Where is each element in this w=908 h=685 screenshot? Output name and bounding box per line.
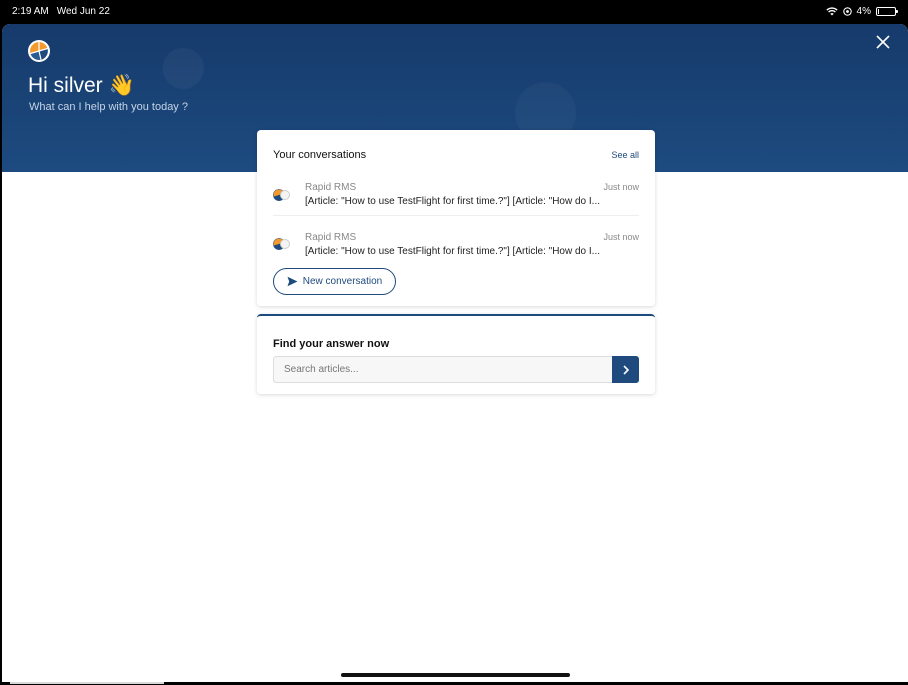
conversations-header: Your conversations See all: [273, 149, 639, 161]
new-conversation-label: New conversation: [302, 276, 383, 287]
battery-icon: [876, 6, 898, 16]
new-conversation-button[interactable]: New conversation: [273, 268, 396, 295]
conversations-title: Your conversations: [273, 149, 367, 161]
home-indicator[interactable]: [341, 673, 570, 677]
status-left: 2:19 AM Wed Jun 22: [12, 6, 110, 17]
rapid-rms-logo-icon: [28, 40, 50, 62]
battery-percent: 4%: [856, 5, 871, 17]
search-input[interactable]: [273, 356, 612, 383]
see-all-link[interactable]: See all: [611, 150, 639, 160]
find-answer-card: Find your answer now: [257, 314, 655, 394]
conversation-item[interactable]: Rapid RMS Just now [Article: "How to use…: [273, 174, 639, 216]
avatar: [273, 238, 293, 250]
bottom-edge-highlight: [10, 682, 164, 684]
conversation-name: Rapid RMS: [305, 231, 357, 243]
search-bar: [273, 356, 639, 383]
status-time: 2:19 AM: [12, 5, 49, 17]
location-lock-icon: [842, 6, 852, 16]
conversation-name: Rapid RMS: [305, 182, 357, 193]
agent-avatar-icon: [280, 189, 290, 200]
status-date: Wed Jun 22: [56, 5, 110, 17]
conversation-body: Rapid RMS Just now [Article: "How to use…: [305, 232, 639, 257]
find-answer-title: Find your answer now: [273, 338, 390, 350]
greeting-subtitle: What can I help with you today ?: [29, 101, 188, 113]
conversation-body: Rapid RMS Just now [Article: "How to use…: [305, 182, 639, 207]
status-right: 4%: [825, 5, 898, 17]
chevron-right-icon: [622, 364, 629, 375]
conversation-item[interactable]: Rapid RMS Just now [Article: "How to use…: [273, 223, 639, 265]
conversation-time: Just now: [603, 182, 639, 192]
conversation-message: [Article: "How to use TestFlight for fir…: [305, 196, 600, 207]
wifi-icon: [825, 6, 838, 15]
status-bar: 2:19 AM Wed Jun 22 4%: [0, 0, 908, 22]
close-icon[interactable]: [874, 33, 892, 51]
send-icon: [287, 276, 298, 287]
conversations-card: Your conversations See all Rapid RMS Jus…: [257, 130, 655, 306]
conversation-message: [Article: "How to use TestFlight for fir…: [305, 245, 600, 257]
avatar: [273, 188, 293, 201]
conversation-time: Just now: [603, 231, 639, 242]
search-submit-button[interactable]: [612, 356, 639, 383]
greeting-title: Hi silver 👋: [28, 74, 135, 97]
messenger-sheet: Hi silver 👋 What can I help with you tod…: [2, 24, 908, 682]
agent-avatar-icon: [280, 239, 290, 249]
